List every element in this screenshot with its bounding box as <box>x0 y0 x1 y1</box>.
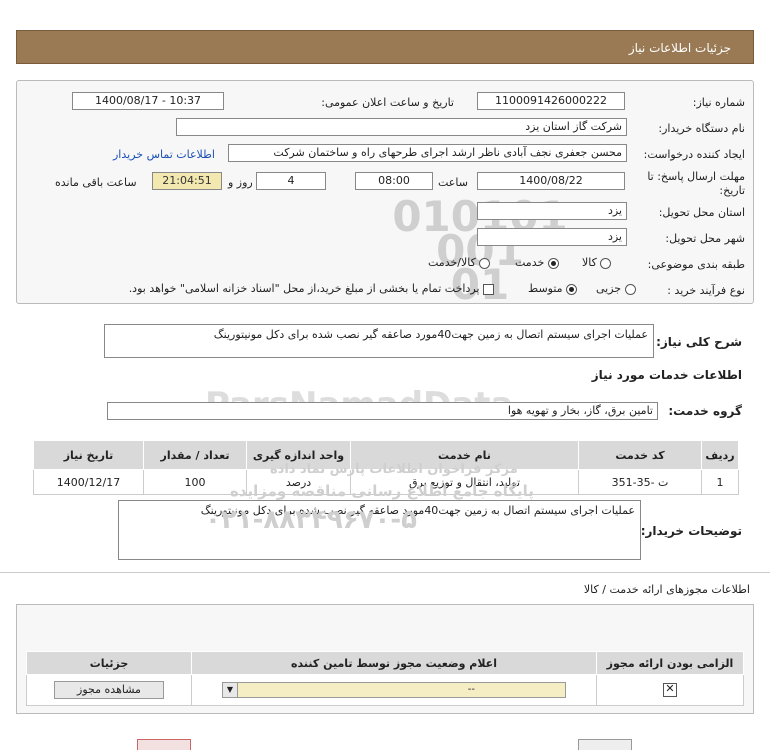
licenses-title: اطلاعات مجوزهای ارائه خدمت / کالا <box>583 583 750 596</box>
remaining-time-field: 21:04:51 <box>152 172 222 190</box>
cell-row: 1 <box>701 469 739 495</box>
radio-icon[interactable] <box>600 257 612 269</box>
contact-buyer-link[interactable]: اطلاعات تماس خریدار <box>113 148 215 161</box>
watermark-line-2: پایگاه جامع اطلاع رسانی مناقصه ومزایده <box>230 482 534 500</box>
process-option-medium[interactable]: متوسط <box>528 282 578 295</box>
requester-field[interactable]: محسن جعفری نجف آبادی ناظر ارشد اجرای طرح… <box>228 144 627 162</box>
city-field[interactable]: یزد <box>477 228 627 246</box>
col-license-required: الزامی بودن ارائه مجوز <box>596 651 744 675</box>
need-number-label: شماره نیاز: <box>692 96 745 109</box>
announce-label: تاریخ و ساعت اعلان عمومی: <box>321 96 454 109</box>
days-label: روز و <box>228 176 253 189</box>
licenses-table: الزامی بودن ارائه مجوز اعلام وضعیت مجوز … <box>26 651 744 706</box>
table-row: ✕ ▼ -- مشاهده مجوز <box>26 674 744 706</box>
cell-license-status: ▼ -- <box>191 674 597 706</box>
radio-icon[interactable] <box>624 283 636 295</box>
summary-box: عملیات اجرای سیستم اتصال به زمین جهت40مو… <box>104 324 654 358</box>
cell-service-code: ت -35-351 <box>578 469 702 495</box>
col-need-date: تاریخ نیاز <box>33 440 144 470</box>
watermark-line-1: مرکز فراخوان اطلاعات پارس نماد داده <box>270 462 518 477</box>
watermark-line-3: ۰۲۱-۸۸۳۴۹۶۷۰-۵ <box>205 505 418 535</box>
service-group-label: گروه خدمت: <box>668 404 742 418</box>
license-status-select[interactable]: ▼ -- <box>222 682 566 698</box>
process-option-minor[interactable]: جزیی <box>596 282 636 295</box>
days-field[interactable]: 4 <box>256 172 326 190</box>
category-option-service[interactable]: خدمت <box>515 256 559 269</box>
cell-license-required: ✕ <box>596 674 744 706</box>
cell-license-details: مشاهده مجوز <box>26 674 192 706</box>
deadline-time-field[interactable]: 08:00 <box>355 172 433 190</box>
process-label: نوع فرآیند خرید : <box>667 284 745 297</box>
treasury-payment-checkbox[interactable]: پرداخت تمام یا بخشی از مبلغ خرید،از محل … <box>129 282 494 295</box>
requester-label: ایجاد کننده درخواست: <box>643 148 745 161</box>
city-label: شهر محل تحویل: <box>665 232 745 245</box>
col-license-details: جزئیات <box>26 651 192 675</box>
page-title: جزئیات اطلاعات نیاز <box>628 41 731 55</box>
required-checkbox-icon: ✕ <box>663 683 677 697</box>
radio-selected-icon[interactable] <box>566 283 578 295</box>
buyer-org-field[interactable]: شرکت گاز استان یزد <box>176 118 627 136</box>
view-license-button[interactable]: مشاهده مجوز <box>54 681 164 699</box>
buyer-org-label: نام دستگاه خریدار: <box>658 122 745 135</box>
col-license-status: اعلام وضعیت مجوز توسط تامین کننده <box>191 651 597 675</box>
checkbox-icon[interactable] <box>483 283 494 295</box>
category-option-both[interactable]: کالا/خدمت <box>428 256 491 269</box>
col-quantity: تعداد / مقدار <box>143 440 247 470</box>
radio-icon[interactable] <box>479 257 491 269</box>
radio-selected-icon[interactable] <box>547 257 559 269</box>
service-group-field[interactable]: تامین برق، گاز، بخار و تهویه هوا <box>107 402 658 420</box>
need-number-field[interactable]: 1100091426000222 <box>477 92 625 110</box>
page-header: جزئیات اطلاعات نیاز <box>16 30 754 64</box>
category-option-goods[interactable]: کالا <box>582 256 612 269</box>
chevron-down-icon[interactable]: ▼ <box>223 683 238 697</box>
services-title: اطلاعات خدمات مورد نیاز <box>591 368 742 382</box>
province-field[interactable]: یزد <box>477 202 627 220</box>
col-row: ردیف <box>701 440 739 470</box>
deadline-label: مهلت ارسال پاسخ: تا تاریخ: <box>647 170 745 197</box>
col-service-code: کد خدمت <box>578 440 702 470</box>
cell-need-date: 1400/12/17 <box>33 469 144 495</box>
remaining-label: ساعت باقی مانده <box>55 176 137 189</box>
announce-field[interactable]: 1400/08/17 - 10:37 <box>72 92 224 110</box>
deadline-date-field[interactable]: 1400/08/22 <box>477 172 625 190</box>
buyer-notes-label: توضیحات خریدار: <box>640 524 742 538</box>
summary-label: شرح کلی نیاز: <box>656 335 742 349</box>
section-divider <box>0 572 770 573</box>
category-label: طبقه بندی موضوعی: <box>647 258 745 271</box>
time-label: ساعت <box>438 176 468 189</box>
province-label: استان محل تحویل: <box>658 206 745 219</box>
